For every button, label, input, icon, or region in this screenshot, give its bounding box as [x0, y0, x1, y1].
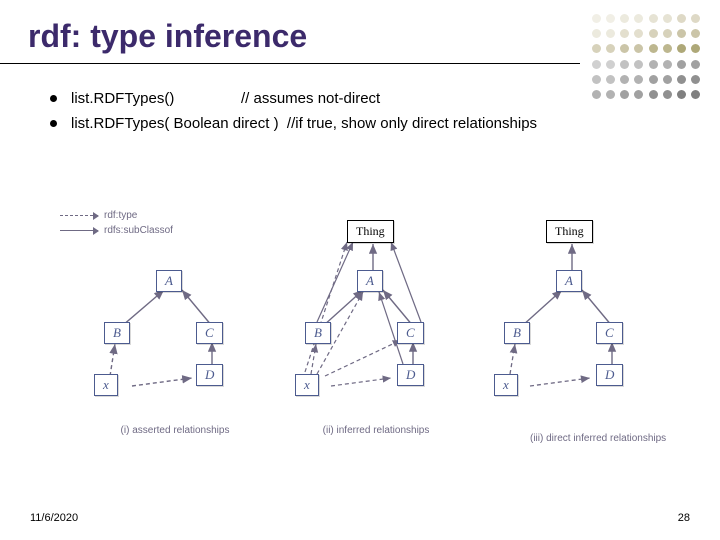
- decorative-dots: [592, 14, 702, 102]
- node-thing: Thing: [546, 220, 593, 243]
- node-x: x: [494, 374, 518, 396]
- footer-date: 11/6/2020: [30, 512, 78, 524]
- node-thing: Thing: [347, 220, 394, 243]
- bullet-text: list.RDFTypes( Boolean direct ) //if tru…: [71, 113, 537, 134]
- page-title: rdf: type inference: [28, 18, 580, 55]
- panel-direct: Thing A B C D x (iii) direct inferred re…: [482, 216, 668, 426]
- bullet-comment: // assumes not-direct: [241, 88, 380, 109]
- node-B: B: [305, 322, 331, 344]
- node-B: B: [504, 322, 530, 344]
- bullet-item: list.RDFTypes() // assumes not-direct: [50, 88, 680, 109]
- node-D: D: [196, 364, 223, 386]
- panel-asserted: A B C D x (i) asserted relationships: [82, 216, 268, 426]
- node-A: A: [156, 270, 182, 292]
- panel-inferred: Thing A B C D x (ii) inferred relationsh…: [283, 216, 469, 426]
- bullet-item: list.RDFTypes( Boolean direct ) //if tru…: [50, 113, 680, 134]
- diagram: rdf:type rdfs:subClassof: [60, 210, 670, 490]
- node-C: C: [596, 322, 623, 344]
- panel-caption: (ii) inferred relationships: [283, 425, 469, 436]
- node-x: x: [295, 374, 319, 396]
- bullet-icon: [50, 120, 57, 127]
- page-number: 28: [678, 512, 690, 524]
- node-D: D: [596, 364, 623, 386]
- node-B: B: [104, 322, 130, 344]
- panel-caption: (i) asserted relationships: [82, 425, 268, 436]
- footer: 11/6/2020 28: [30, 512, 690, 524]
- node-x: x: [94, 374, 118, 396]
- node-A: A: [556, 270, 582, 292]
- panel-caption: (iii) direct inferred relationships: [530, 433, 690, 444]
- node-D: D: [397, 364, 424, 386]
- bullet-text: list.RDFTypes(): [71, 88, 241, 109]
- node-A: A: [357, 270, 383, 292]
- bullet-icon: [50, 95, 57, 102]
- node-C: C: [196, 322, 223, 344]
- node-C: C: [397, 322, 424, 344]
